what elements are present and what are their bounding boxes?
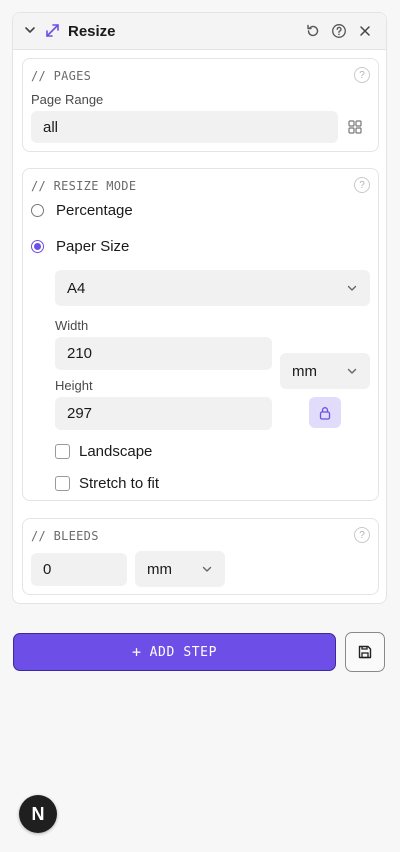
chevron-down-icon — [202, 566, 212, 572]
height-label: Height — [55, 378, 93, 393]
bleeds-help-icon[interactable]: ? — [354, 527, 370, 543]
close-icon[interactable] — [358, 24, 372, 43]
bleeds-unit-select[interactable]: mm — [135, 551, 225, 587]
step-title: Resize — [68, 23, 116, 40]
page-range-label: Page Range — [31, 92, 104, 107]
height-input[interactable]: 297 — [55, 397, 272, 430]
landscape-option[interactable]: Landscape — [55, 443, 152, 460]
percentage-radio[interactable] — [31, 204, 44, 217]
add-step-label: ADD STEP — [149, 644, 218, 660]
pages-heading: // PAGES — [31, 69, 92, 83]
unit-value: mm — [292, 362, 317, 380]
landscape-label: Landscape — [79, 443, 153, 460]
app-badge-logo[interactable]: N — [19, 795, 57, 833]
stretch-checkbox[interactable] — [55, 476, 70, 491]
option-paper-size[interactable]: Paper Size — [31, 238, 129, 255]
aspect-lock-button[interactable] — [309, 397, 341, 428]
resize-mode-heading: // RESIZE MODE — [31, 179, 137, 193]
width-label: Width — [55, 318, 89, 333]
panel-header: Resize — [13, 13, 386, 50]
add-step-button[interactable]: + ADD STEP — [13, 633, 336, 671]
bleeds-unit-value: mm — [147, 560, 172, 578]
page-range-input[interactable]: all — [31, 111, 338, 143]
landscape-checkbox[interactable] — [55, 444, 70, 459]
paper-size-radio[interactable] — [31, 240, 44, 253]
help-icon[interactable] — [331, 23, 347, 44]
grid-select-icon[interactable] — [348, 120, 362, 139]
stretch-label: Stretch to fit — [79, 475, 160, 492]
paper-size-label: Paper Size — [56, 238, 130, 255]
resize-mode-help-icon[interactable]: ? — [354, 177, 370, 193]
save-icon — [358, 645, 372, 659]
paper-size-value: A4 — [67, 279, 86, 297]
paper-size-select[interactable]: A4 — [55, 270, 370, 306]
resize-mode-section: // RESIZE MODE ? Percentage Paper Size A… — [22, 168, 379, 501]
plus-icon: + — [131, 643, 142, 661]
chevron-down-icon — [347, 285, 357, 291]
lock-icon — [319, 406, 331, 420]
stretch-option[interactable]: Stretch to fit — [55, 475, 159, 492]
resize-arrows-icon — [44, 22, 61, 44]
width-input[interactable]: 210 — [55, 337, 272, 370]
bleeds-input[interactable]: 0 — [31, 553, 127, 586]
pages-help-icon[interactable]: ? — [354, 67, 370, 83]
badge-letter: N — [31, 803, 45, 824]
chevron-down-icon — [347, 368, 357, 374]
chevron-down-icon[interactable] — [23, 23, 37, 42]
reset-icon[interactable] — [305, 23, 321, 44]
resize-step-panel: Resize // PAGES ? Page Range all // RESI… — [12, 12, 387, 604]
save-button[interactable] — [345, 632, 385, 672]
bleeds-heading: // BLEEDS — [31, 529, 99, 543]
percentage-label: Percentage — [56, 202, 133, 219]
bleeds-section: // BLEEDS ? 0 mm — [22, 518, 379, 595]
unit-select[interactable]: mm — [280, 353, 370, 389]
option-percentage[interactable]: Percentage — [31, 202, 133, 219]
pages-section: // PAGES ? Page Range all — [22, 58, 379, 152]
